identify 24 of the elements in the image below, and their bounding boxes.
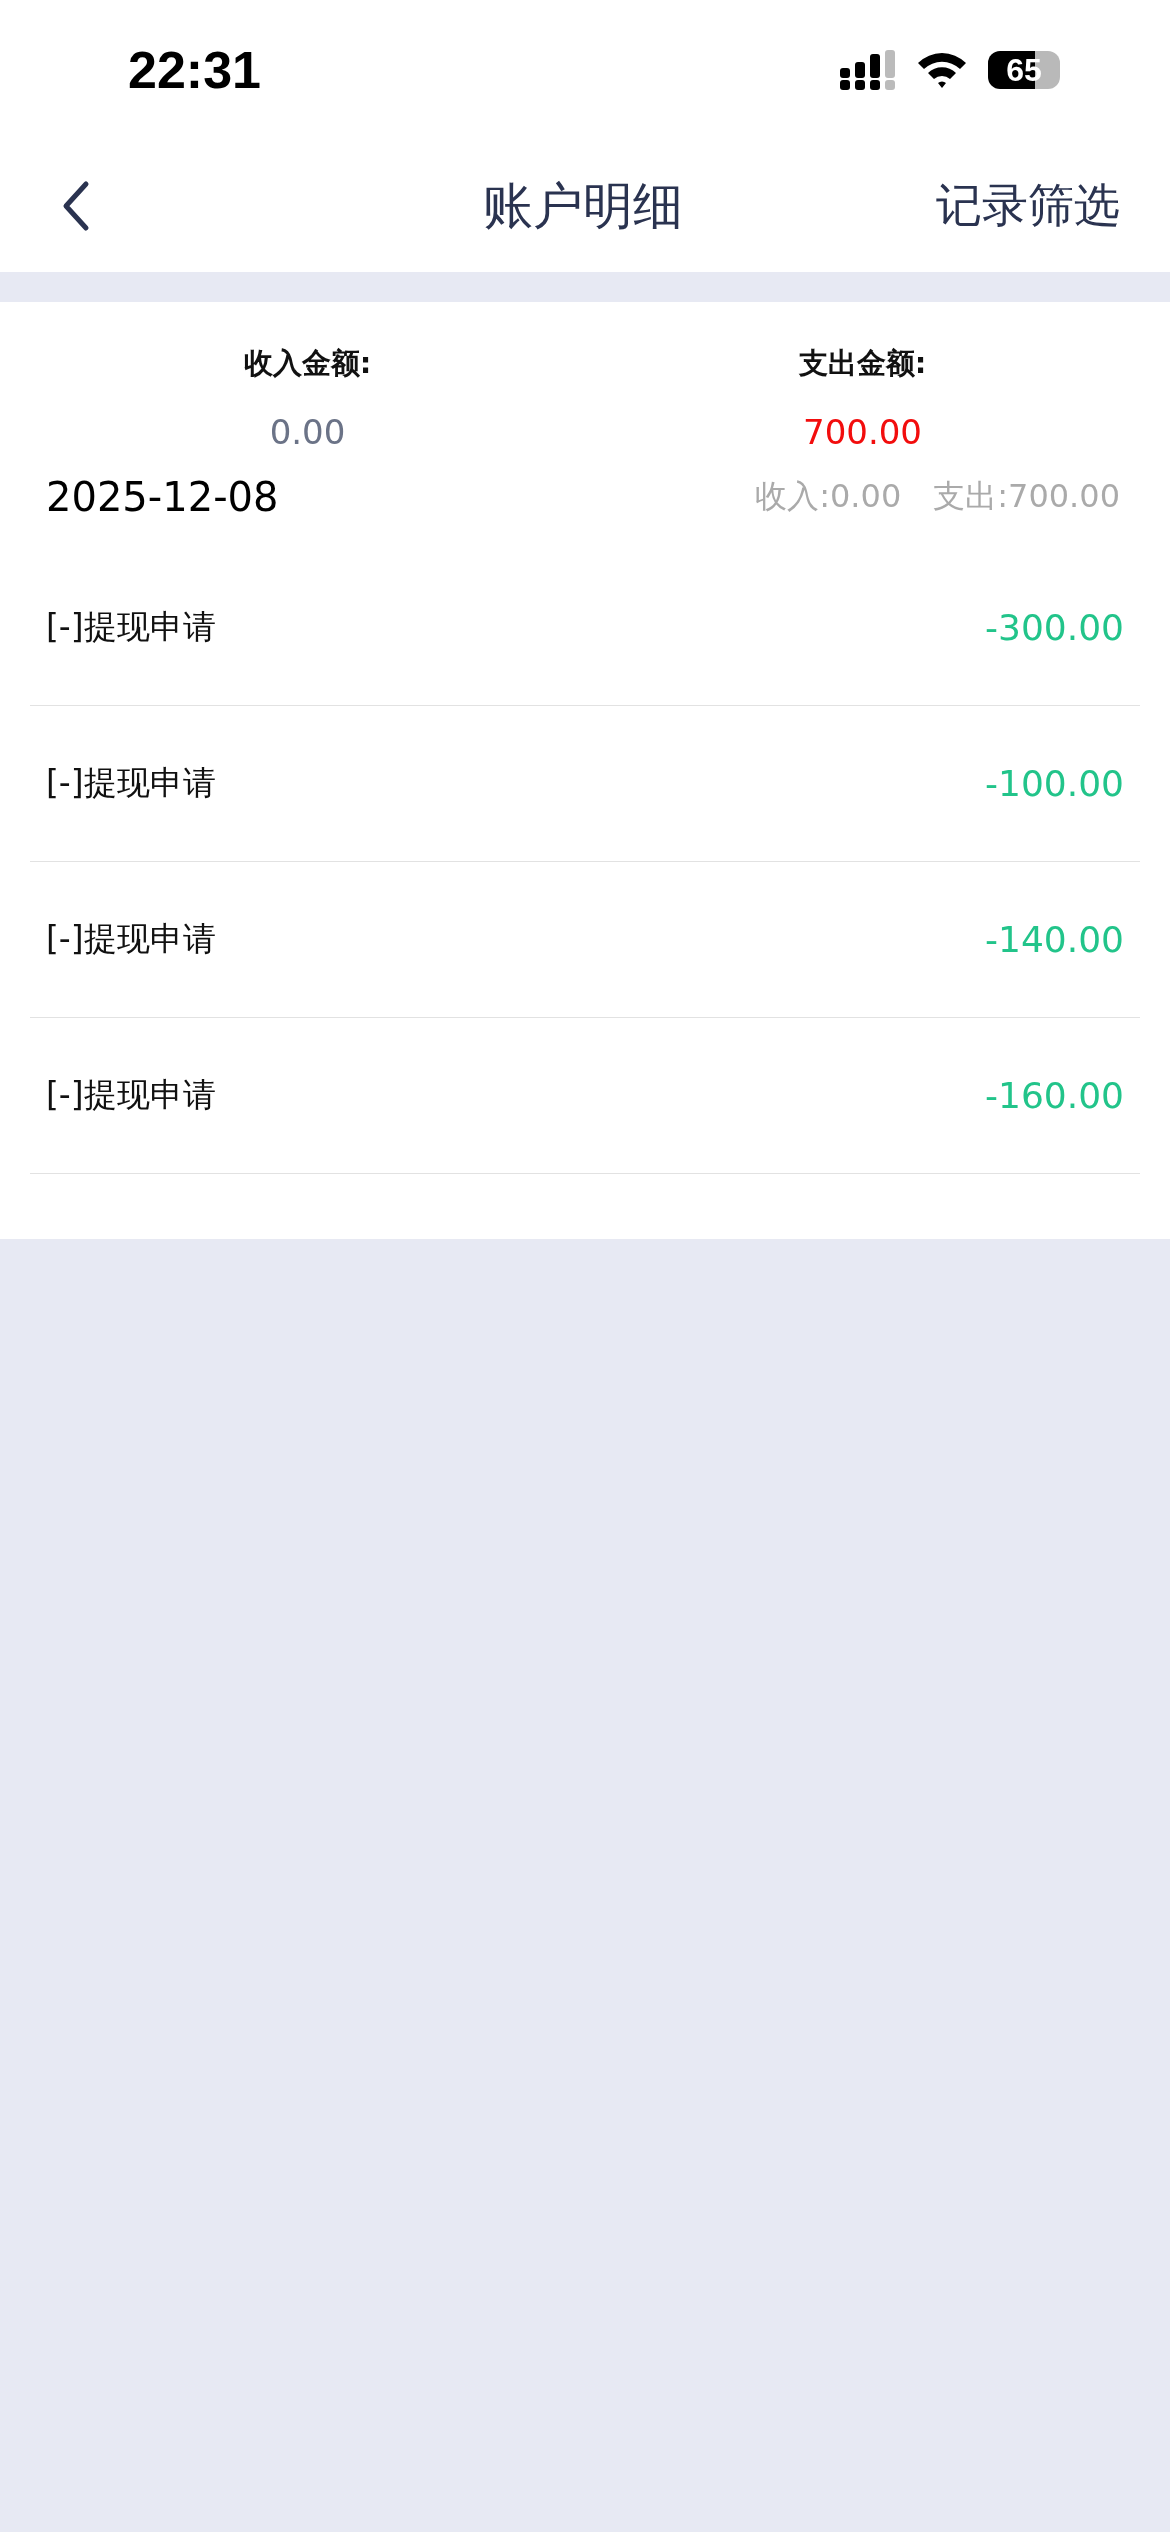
signal-icon bbox=[840, 50, 896, 90]
summary-label: 支出金额: bbox=[798, 345, 927, 382]
record-amount: -300.00 bbox=[985, 607, 1124, 648]
record-row[interactable]: [-]提现申请 -300.00 bbox=[30, 550, 1140, 706]
record-title: [-]提现申请 bbox=[46, 918, 216, 960]
page-title: 账户明细 bbox=[483, 175, 683, 237]
date-label: 2025-12-08 bbox=[46, 474, 279, 520]
record-title: [-]提现申请 bbox=[46, 1074, 216, 1116]
expense-total: 支出:700.00 bbox=[933, 476, 1120, 517]
record-row[interactable]: [-]提现申请 -160.00 bbox=[30, 1018, 1140, 1174]
record-amount: -160.00 bbox=[985, 1075, 1124, 1116]
record-title: [-]提现申请 bbox=[46, 762, 216, 804]
record-title: [-]提现申请 bbox=[46, 606, 216, 648]
record-row[interactable]: [-]提现申请 -100.00 bbox=[30, 706, 1140, 862]
income-total: 收入:0.00 bbox=[755, 476, 902, 517]
wifi-icon bbox=[916, 51, 968, 89]
record-amount: -100.00 bbox=[985, 763, 1124, 804]
summary-label: 收入金额: bbox=[243, 345, 372, 382]
record-amount: -140.00 bbox=[985, 919, 1124, 960]
summary-amount: 700.00 bbox=[803, 412, 922, 452]
filter-link[interactable]: 记录筛选 bbox=[936, 175, 1120, 237]
summary-amount: 0.00 bbox=[269, 412, 346, 452]
record-row[interactable]: [-]提现申请 -140.00 bbox=[30, 862, 1140, 1018]
status-time: 22:31 bbox=[128, 40, 261, 100]
